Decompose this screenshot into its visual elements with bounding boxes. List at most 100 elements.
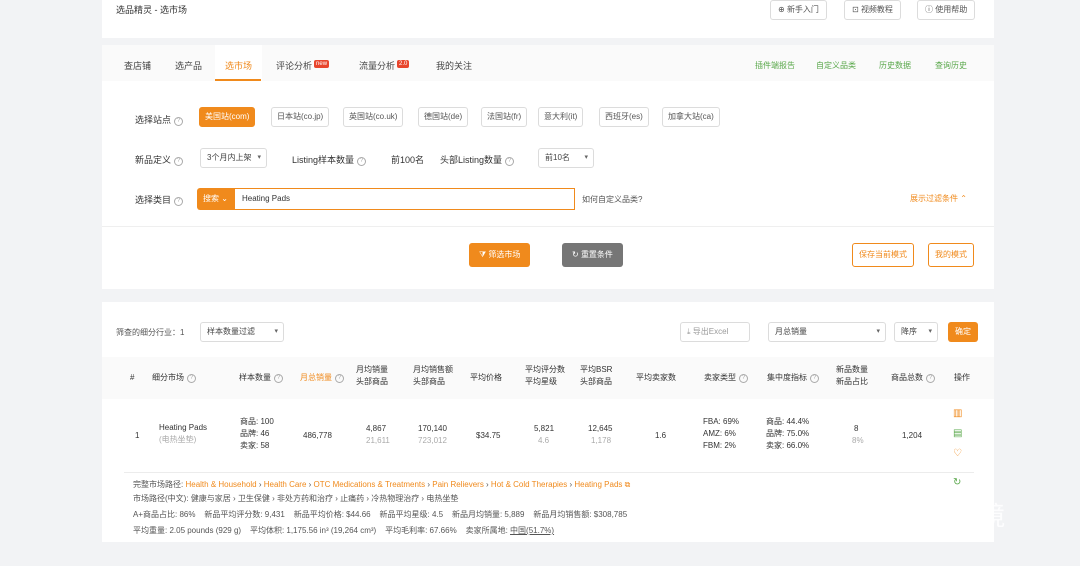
market-name-cn: (电热坐垫) xyxy=(159,435,197,444)
total-items-value: 1,204 xyxy=(902,431,923,440)
sample-products: 商品: 100 xyxy=(240,417,274,426)
filter-market-button[interactable]: ⧩ 筛选市场 xyxy=(469,243,531,267)
chevron-down-icon: ⌄ xyxy=(221,194,228,203)
col-market: 细分市场? xyxy=(152,372,196,384)
col-avg-bsr: 平均BSR 头部商品 xyxy=(580,365,613,386)
col-avg-price: 平均价格 xyxy=(470,373,502,382)
col-seller-type: 卖家类型? xyxy=(704,372,748,384)
seller-origin-link[interactable]: 中国(51.7%) xyxy=(510,526,554,535)
col-new-items: 新品数量 新品占比 xyxy=(836,365,868,386)
category-search-input[interactable]: Heating Pads xyxy=(235,188,575,210)
help-button[interactable]: ⓘ 使用帮助 xyxy=(917,0,976,20)
chevron-down-icon: ▾ xyxy=(876,328,880,335)
market-name[interactable]: Heating Pads xyxy=(159,422,207,434)
col-avg-sales: 月均销量 头部商品 xyxy=(356,365,388,386)
custom-category-link[interactable]: 自定义品类 xyxy=(816,60,856,71)
search-mode-select[interactable]: 搜索 ⌄ xyxy=(197,188,235,210)
concentration-brand: 品牌: 75.0% xyxy=(766,429,810,438)
col-index: # xyxy=(130,373,135,382)
top-panel: 选品精灵 - 选市场 ⊕ 新手入门 ⊡ 视频教程 ⓘ 使用帮助 xyxy=(102,0,994,38)
breadcrumb: 选品精灵 - 选市场 xyxy=(116,5,187,15)
sort-field-select[interactable]: 月总销量 ▾ xyxy=(768,322,886,342)
site-jp[interactable]: 日本站(co.jp) xyxy=(271,107,330,127)
avg-bsr-value: 12,645 xyxy=(588,424,613,433)
confirm-button[interactable]: 确定 xyxy=(948,322,978,342)
site-uk[interactable]: 英国站(co.uk) xyxy=(343,107,404,127)
stats-line-1: A+商品占比: 86% 新品平均评分数: 9,431 新品平均价格: $44.6… xyxy=(133,510,628,519)
tab-product[interactable]: 选产品 xyxy=(175,59,202,72)
refresh-icon[interactable]: ↻ xyxy=(953,477,961,488)
play-icon: ⊡ xyxy=(852,5,861,14)
beginner-guide-button[interactable]: ⊕ 新手入门 xyxy=(770,0,827,20)
cap-icon: ⊕ xyxy=(778,5,787,14)
sample-label: Listing样本数量? xyxy=(292,153,367,166)
plugin-report-link[interactable]: 插件端报告 xyxy=(755,60,795,71)
help-icon: ? xyxy=(274,374,283,383)
tab-follow[interactable]: 我的关注 xyxy=(436,59,472,72)
site-it[interactable]: 意大利(it) xyxy=(538,107,584,127)
save-mode-button[interactable]: 保存当前模式 xyxy=(852,243,914,267)
path-link[interactable]: Health & Household xyxy=(185,480,256,489)
help-icon: ? xyxy=(174,157,184,166)
external-link-icon[interactable]: ⧉ xyxy=(625,480,631,489)
sample-filter-select[interactable]: 样本数量过滤 ▾ xyxy=(200,322,284,342)
path-link[interactable]: Pain Relievers xyxy=(432,480,484,489)
query-history-link[interactable]: 查询历史 xyxy=(935,60,967,71)
category-label: 选择类目? xyxy=(135,193,184,206)
help-icon: ? xyxy=(174,117,184,126)
avg-sellers-value: 1.6 xyxy=(655,431,667,440)
chart-icon[interactable]: ▥ xyxy=(953,408,962,419)
sample-sellers: 卖家: 58 xyxy=(240,441,270,450)
row-divider xyxy=(124,472,974,473)
heart-icon[interactable]: ♡ xyxy=(953,448,962,459)
stats-line-2: 平均重量: 2.05 pounds (929 g) 平均体积: 1,175.56… xyxy=(133,526,555,535)
tab-market[interactable]: 选市场 xyxy=(215,45,263,81)
seller-type-amz: AMZ: 6% xyxy=(703,429,736,438)
col-total-items: 商品总数? xyxy=(891,372,935,384)
path-link[interactable]: Hot & Cold Therapies xyxy=(491,480,567,489)
path-link[interactable]: Health Care xyxy=(264,480,307,489)
help-icon: ? xyxy=(187,374,196,383)
new-badge: new xyxy=(314,60,330,68)
reset-button[interactable]: ↻ 重置条件 xyxy=(562,243,623,267)
site-ca[interactable]: 加拿大站(ca) xyxy=(662,107,720,127)
toggle-filter-link[interactable]: 展示过滤条件 ⌃ xyxy=(910,193,967,204)
site-es[interactable]: 西班牙(es) xyxy=(599,107,649,127)
site-fr[interactable]: 法国站(fr) xyxy=(481,107,528,127)
watermark: 知乎 @tegan跨境 xyxy=(792,502,1006,532)
export-excel-button[interactable]: ⤓ 导出Excel xyxy=(680,322,750,342)
history-data-link[interactable]: 历史数据 xyxy=(879,60,911,71)
path-link[interactable]: Heating Pads xyxy=(574,480,622,489)
seller-type-fbm: FBM: 2% xyxy=(703,441,736,450)
market-path: 完整市场路径: Health & Household › Health Care… xyxy=(133,480,631,489)
site-us[interactable]: 美国站(com) xyxy=(199,107,256,127)
my-mode-button[interactable]: 我的模式 xyxy=(928,243,974,267)
monthly-total-value: 486,778 xyxy=(303,431,332,440)
refresh-icon: ↻ xyxy=(572,250,581,259)
avg-revenue-value: 170,140 xyxy=(418,424,447,433)
tab-review[interactable]: 评论分析 new xyxy=(276,59,330,72)
sample-brands: 品牌: 46 xyxy=(240,429,270,438)
tab-shop[interactable]: 查店铺 xyxy=(124,59,151,72)
new-def-select[interactable]: 3个月内上架 ▾ xyxy=(200,148,267,168)
video-tutorial-button[interactable]: ⊡ 视频教程 xyxy=(844,0,901,20)
concentration-seller: 卖家: 66.0% xyxy=(766,441,810,450)
tab-traffic[interactable]: 流量分析 2.0 xyxy=(359,59,410,72)
col-monthly-total[interactable]: 月总销量? xyxy=(300,372,344,384)
divider xyxy=(102,226,994,227)
sort-order-select[interactable]: 降序 ▾ xyxy=(894,322,938,342)
col-avg-revenue: 月均销售额 头部商品 xyxy=(413,365,453,386)
new-count-value: 8 xyxy=(854,424,859,433)
seller-type-fba: FBA: 69% xyxy=(703,417,740,426)
site-de[interactable]: 德国站(de) xyxy=(418,107,469,127)
detail-icon[interactable]: ▤ xyxy=(953,428,962,439)
new-ratio-value: 8% xyxy=(852,436,864,445)
market-path-cn: 市场路径(中文): 健康与家居 › 卫生保健 › 非处方药和治疗 › 止痛药 ›… xyxy=(133,494,459,503)
head-select[interactable]: 前10名 ▾ xyxy=(538,148,594,168)
avg-bsr-head-value: 1,178 xyxy=(591,436,612,445)
custom-category-help-link[interactable]: 如何自定义品类? xyxy=(582,194,642,205)
help-icon: ? xyxy=(810,374,819,383)
avg-sales-value: 4,867 xyxy=(366,424,387,433)
path-link[interactable]: OTC Medications & Treatments xyxy=(314,480,426,489)
avg-sales-head-value: 21,611 xyxy=(366,436,390,445)
